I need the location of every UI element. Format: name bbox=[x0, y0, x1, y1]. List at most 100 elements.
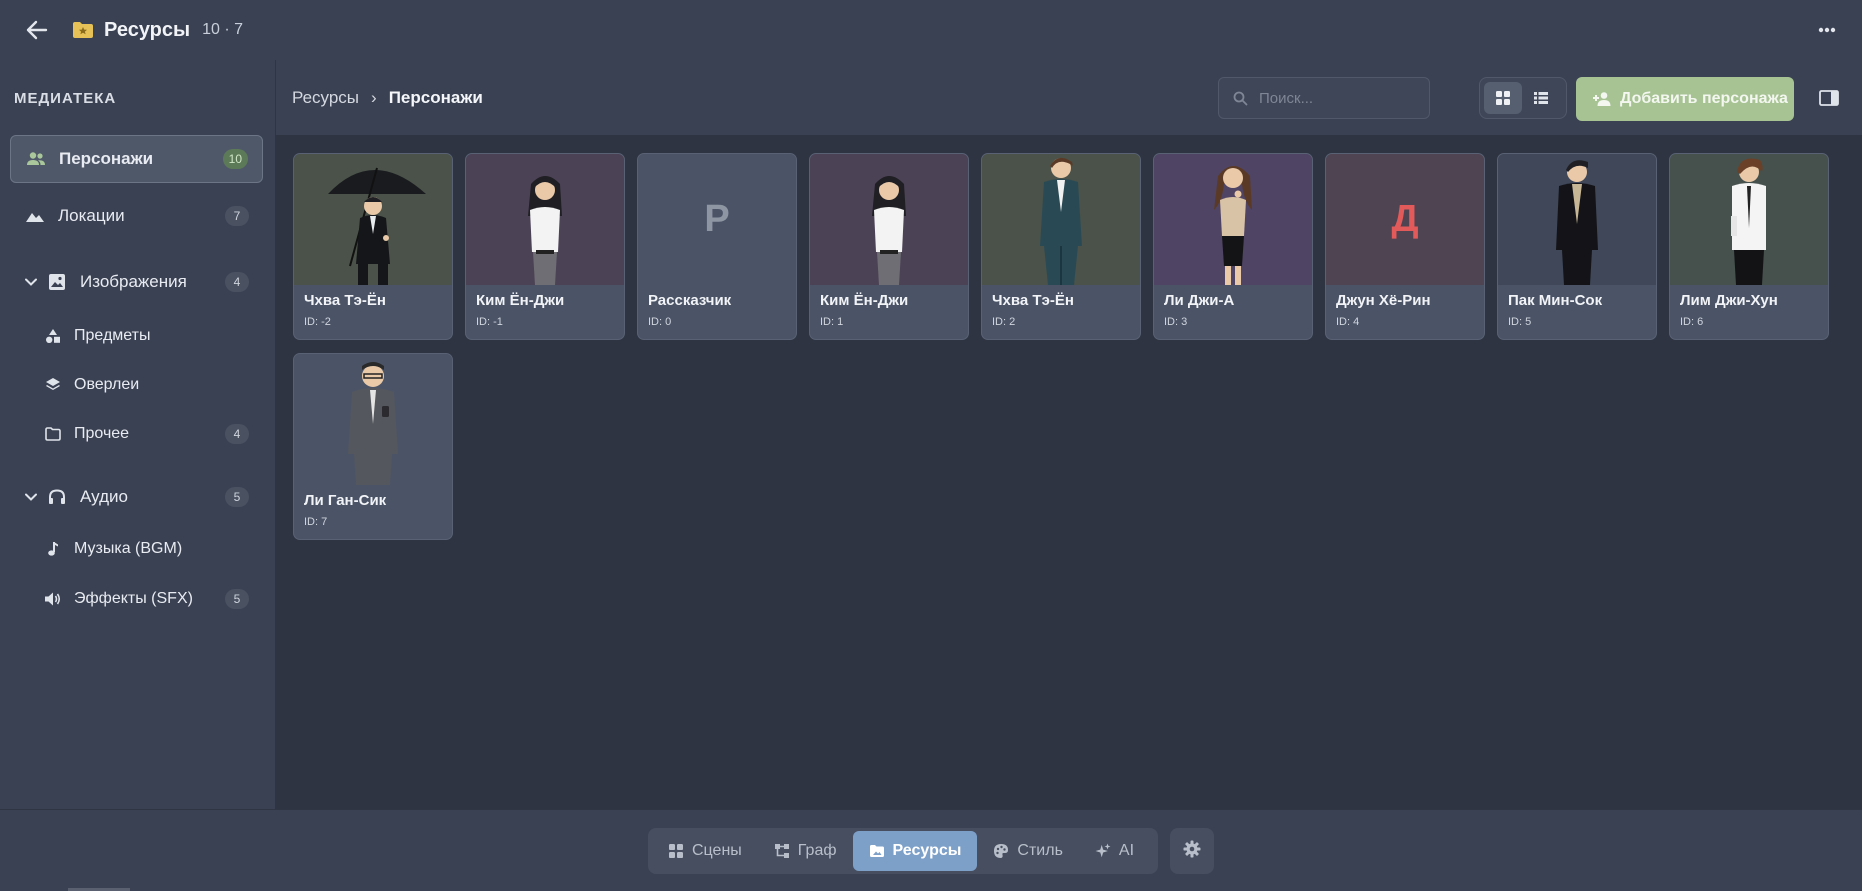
chevron-down-icon[interactable] bbox=[24, 493, 38, 501]
character-name: Лим Джи-Хун bbox=[1680, 292, 1778, 309]
character-name: Ли Ган-Сик bbox=[304, 492, 387, 509]
more-options-icon[interactable] bbox=[1812, 15, 1842, 45]
nav-label: Граф bbox=[797, 842, 837, 859]
character-name: Ким Ён-Джи bbox=[820, 292, 909, 309]
character-name: Пак Мин-Сок bbox=[1508, 292, 1603, 309]
sidebar-item-music[interactable]: Музыка (BGM) bbox=[10, 525, 263, 573]
landscape-icon bbox=[24, 205, 46, 227]
character-card[interactable]: Чхва Тэ-Ён ID: 2 bbox=[981, 153, 1141, 340]
nav-label: Ресурсы bbox=[892, 842, 962, 859]
character-thumbnail: Р bbox=[638, 154, 796, 285]
character-card[interactable]: Д Джун Хё-Рин ID: 4 bbox=[1325, 153, 1485, 340]
search-box[interactable] bbox=[1218, 77, 1430, 119]
character-name: Ли Джи-А bbox=[1164, 292, 1235, 309]
character-thumbnail bbox=[982, 154, 1140, 285]
nav-label: Стиль bbox=[1017, 842, 1063, 859]
nav-scenes[interactable]: Сцены bbox=[652, 831, 758, 871]
character-name: Чхва Тэ-Ён bbox=[992, 292, 1074, 309]
palette-icon bbox=[993, 843, 1009, 859]
top-bar: Ресурсы 10 · 7 bbox=[0, 0, 1862, 60]
nav-style[interactable]: Стиль bbox=[977, 831, 1079, 871]
sidebar-item-props[interactable]: Предметы bbox=[10, 312, 263, 360]
character-card[interactable]: Р Рассказчик ID: 0 bbox=[637, 153, 797, 340]
breadcrumb-current: Персонажи bbox=[388, 88, 483, 107]
nav-resources[interactable]: Ресурсы bbox=[852, 831, 978, 871]
character-id: ID: 2 bbox=[992, 316, 1016, 328]
sidebar-item-label: Локации bbox=[58, 206, 125, 225]
sidebar-item-label: Аудио bbox=[80, 487, 128, 506]
nav-ai[interactable]: AI bbox=[1079, 831, 1150, 871]
character-thumbnail bbox=[466, 154, 624, 285]
headphones-icon bbox=[46, 486, 68, 508]
character-id: ID: 4 bbox=[1336, 316, 1360, 328]
character-card[interactable]: Лим Джи-Хун ID: 6 bbox=[1669, 153, 1829, 340]
sidebar: МЕДИАТЕКА Персонажи 10 Локации 7 Изображ… bbox=[0, 60, 275, 809]
breadcrumb-separator: › bbox=[371, 88, 377, 107]
bottom-bar: Сцены Граф Ресурсы Стиль AI bbox=[0, 809, 1862, 891]
side-panel-icon[interactable] bbox=[1814, 83, 1844, 113]
add-person-icon bbox=[1592, 89, 1612, 109]
sidebar-item-characters[interactable]: Персонажи 10 bbox=[10, 135, 263, 183]
character-thumbnail: Д bbox=[1326, 154, 1484, 285]
character-card[interactable]: Чхва Тэ-Ён ID: -2 bbox=[293, 153, 453, 340]
character-thumbnail bbox=[294, 354, 452, 485]
nav-graph[interactable]: Граф bbox=[758, 831, 853, 871]
character-name: Чхва Тэ-Ён bbox=[304, 292, 386, 309]
character-id: ID: 7 bbox=[304, 516, 328, 528]
settings-button[interactable] bbox=[1170, 828, 1214, 874]
sidebar-item-overlays[interactable]: Оверлеи bbox=[10, 361, 263, 409]
breadcrumb: Ресурсы › Персонажи bbox=[292, 88, 483, 108]
character-card[interactable]: Ли Джи-А ID: 3 bbox=[1153, 153, 1313, 340]
image-icon bbox=[46, 271, 68, 293]
character-id: ID: 6 bbox=[1680, 316, 1704, 328]
character-id: ID: 3 bbox=[1164, 316, 1188, 328]
grid-icon bbox=[668, 843, 684, 859]
nav-label: Сцены bbox=[692, 842, 742, 859]
character-card[interactable]: Пак Мин-Сок ID: 5 bbox=[1497, 153, 1657, 340]
folder-image-icon bbox=[869, 843, 885, 859]
character-name: Ким Ён-Джи bbox=[476, 292, 565, 309]
list-view-icon[interactable] bbox=[1522, 82, 1560, 114]
sidebar-item-locations[interactable]: Локации 7 bbox=[10, 192, 263, 240]
sidebar-item-images[interactable]: Изображения 4 bbox=[10, 258, 263, 306]
character-id: ID: 5 bbox=[1508, 316, 1532, 328]
count-badge: 10 bbox=[222, 149, 248, 169]
sidebar-item-label: Прочее bbox=[74, 425, 130, 442]
character-card[interactable]: Ли Ган-Сик ID: 7 bbox=[293, 353, 453, 540]
character-id: ID: 1 bbox=[820, 316, 844, 328]
character-name: Джун Хё-Рин bbox=[1336, 292, 1431, 309]
nav-label: AI bbox=[1118, 842, 1135, 859]
character-id: ID: 0 bbox=[648, 316, 672, 328]
sidebar-item-sfx[interactable]: Эффекты (SFX) 5 bbox=[10, 575, 263, 623]
sidebar-item-label: Музыка (BGM) bbox=[74, 540, 183, 557]
count-badge: 5 bbox=[225, 589, 249, 609]
people-icon bbox=[25, 148, 47, 170]
shapes-icon bbox=[44, 325, 62, 347]
character-card[interactable]: Ким Ён-Джи ID: -1 bbox=[465, 153, 625, 340]
count-badge: 4 bbox=[225, 424, 249, 444]
character-card[interactable]: Ким Ён-Джи ID: 1 bbox=[809, 153, 969, 340]
sidebar-item-label: Предметы bbox=[74, 327, 151, 344]
music-note-icon bbox=[44, 538, 62, 560]
sidebar-item-label: Изображения bbox=[80, 272, 187, 291]
breadcrumb-parent[interactable]: Ресурсы bbox=[292, 88, 359, 108]
sidebar-item-other[interactable]: Прочее 4 bbox=[10, 410, 263, 458]
page-title: Ресурсы bbox=[104, 18, 191, 41]
character-thumbnail bbox=[810, 154, 968, 285]
sidebar-item-audio[interactable]: Аудио 5 bbox=[10, 473, 263, 521]
speaker-icon bbox=[44, 588, 62, 610]
add-character-button[interactable]: Добавить персонажа bbox=[1576, 77, 1794, 121]
back-arrow-icon[interactable] bbox=[22, 15, 52, 45]
grid-view-icon[interactable] bbox=[1484, 82, 1522, 114]
character-thumbnail bbox=[1154, 154, 1312, 285]
chevron-down-icon[interactable] bbox=[24, 278, 38, 286]
folder-icon bbox=[44, 423, 62, 445]
search-icon bbox=[1233, 90, 1249, 106]
bottom-nav: Сцены Граф Ресурсы Стиль AI bbox=[648, 828, 1158, 874]
character-id: ID: -1 bbox=[476, 316, 503, 328]
add-character-label: Добавить персонажа bbox=[1620, 90, 1788, 107]
sidebar-item-label: Персонажи bbox=[59, 149, 154, 168]
search-input[interactable] bbox=[1259, 89, 1419, 107]
content-header: Ресурсы › Персонажи Добавить персонажа bbox=[275, 60, 1862, 135]
count-badge: 4 bbox=[225, 272, 249, 292]
